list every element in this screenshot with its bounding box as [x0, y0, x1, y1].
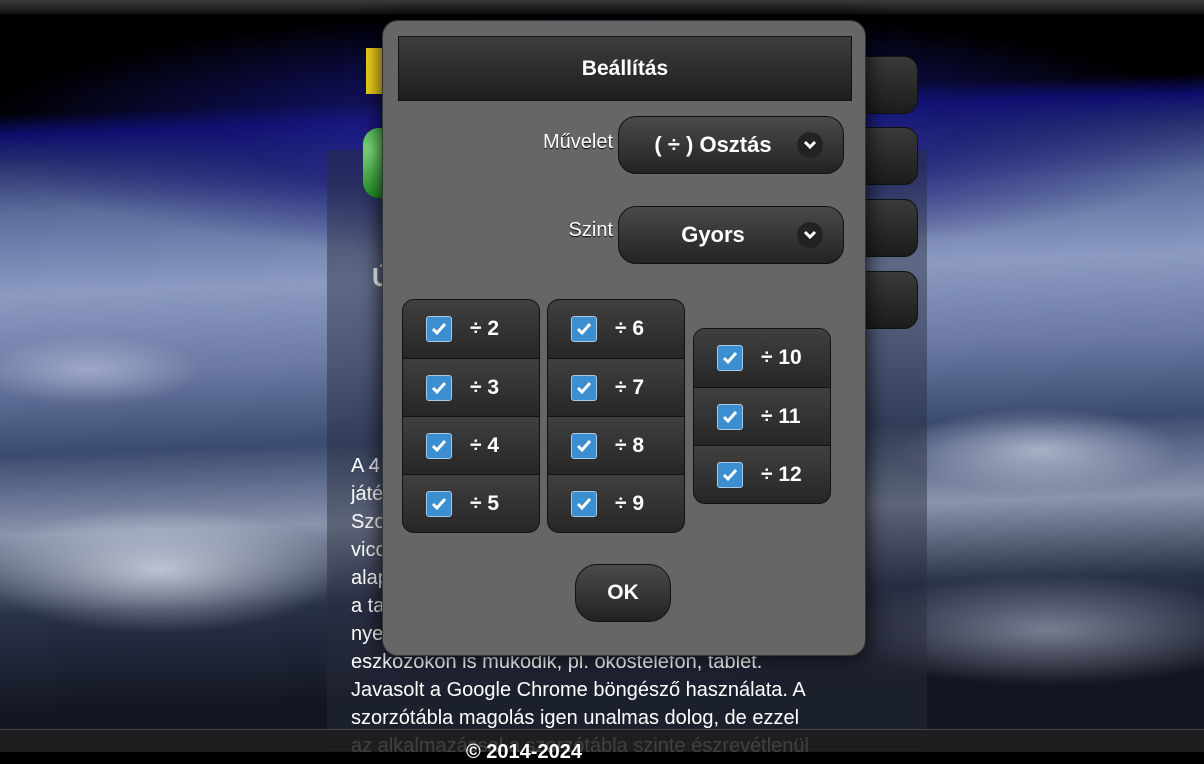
divisor-label: ÷ 9	[615, 491, 645, 515]
menu-button-1[interactable]	[860, 56, 918, 114]
checkbox-checked-icon[interactable]	[717, 461, 743, 488]
divisor-label: ÷ 6	[615, 317, 645, 340]
description-line: Javasolt a Google Chrome böngésző haszná…	[351, 679, 806, 701]
checkbox-checked-icon[interactable]	[426, 316, 452, 342]
divisor-label: ÷ 2	[470, 317, 500, 340]
level-label: Szint	[568, 219, 613, 241]
top-bar	[0, 0, 1204, 15]
checkbox-checked-icon[interactable]	[426, 490, 452, 517]
operation-select[interactable]: ( ÷ ) Osztás	[618, 116, 844, 174]
divisor-label: ÷ 4	[470, 433, 500, 457]
divisor-checkbox-row[interactable]: ÷ 11	[694, 387, 830, 445]
divisor-label: ÷ 5	[470, 491, 500, 515]
checkbox-checked-icon[interactable]	[426, 374, 452, 401]
checkbox-checked-icon[interactable]	[426, 432, 452, 459]
divisor-label: ÷ 7	[615, 375, 645, 399]
chevron-down-icon	[797, 222, 823, 248]
divisor-checkbox-row[interactable]: ÷ 6	[548, 300, 684, 358]
divisor-checkbox-row[interactable]: ÷ 5	[403, 474, 539, 532]
divisor-label: ÷ 10	[761, 346, 802, 369]
footer-bar	[0, 729, 1204, 752]
divisor-checkbox-row[interactable]: ÷ 10	[694, 329, 830, 387]
divisor-checkbox-row[interactable]: ÷ 2	[403, 300, 539, 358]
checkbox-checked-icon[interactable]	[571, 316, 597, 342]
ok-button[interactable]: OK	[575, 564, 671, 622]
operation-value: ( ÷ ) Osztás	[654, 132, 772, 157]
settings-dialog: Beállítás Művelet ( ÷ ) Osztás Szint Gyo…	[382, 20, 866, 656]
divisor-label: ÷ 11	[761, 404, 801, 428]
divisor-checkbox-row[interactable]: ÷ 12	[694, 445, 830, 503]
dialog-title: Beállítás	[398, 36, 852, 101]
description-line: szorzótábla magolás igen unalmas dolog, …	[351, 707, 800, 729]
chevron-down-icon	[797, 132, 823, 158]
divisor-group-3: ÷ 10 ÷ 11 ÷ 12	[693, 328, 831, 504]
divisor-checkbox-row[interactable]: ÷ 8	[548, 416, 684, 474]
menu-button-3[interactable]	[860, 199, 918, 257]
divisor-label: ÷ 8	[615, 433, 645, 457]
checkbox-checked-icon[interactable]	[571, 374, 597, 401]
checkbox-checked-icon[interactable]	[571, 432, 597, 459]
operation-label: Művelet	[542, 131, 613, 153]
footer-copyright: © 2014-2024	[466, 741, 582, 763]
level-select[interactable]: Gyors	[618, 206, 844, 264]
checkbox-checked-icon[interactable]	[717, 403, 743, 430]
divisor-group-1: ÷ 2 ÷ 3 ÷ 4 ÷ 5	[402, 299, 540, 533]
divisor-checkbox-row[interactable]: ÷ 7	[548, 358, 684, 416]
menu-button-4[interactable]	[860, 271, 918, 329]
divisor-label: ÷ 12	[761, 462, 802, 486]
divisor-group-2: ÷ 6 ÷ 7 ÷ 8 ÷ 9	[547, 299, 685, 533]
checkbox-checked-icon[interactable]	[571, 490, 597, 517]
divisor-checkbox-row[interactable]: ÷ 9	[548, 474, 684, 532]
divisor-label: ÷ 3	[470, 375, 500, 399]
checkbox-checked-icon[interactable]	[717, 345, 743, 371]
divisor-checkbox-row[interactable]: ÷ 4	[403, 416, 539, 474]
menu-button-2[interactable]	[860, 127, 918, 185]
divisor-checkbox-row[interactable]: ÷ 3	[403, 358, 539, 416]
level-value: Gyors	[681, 222, 745, 247]
